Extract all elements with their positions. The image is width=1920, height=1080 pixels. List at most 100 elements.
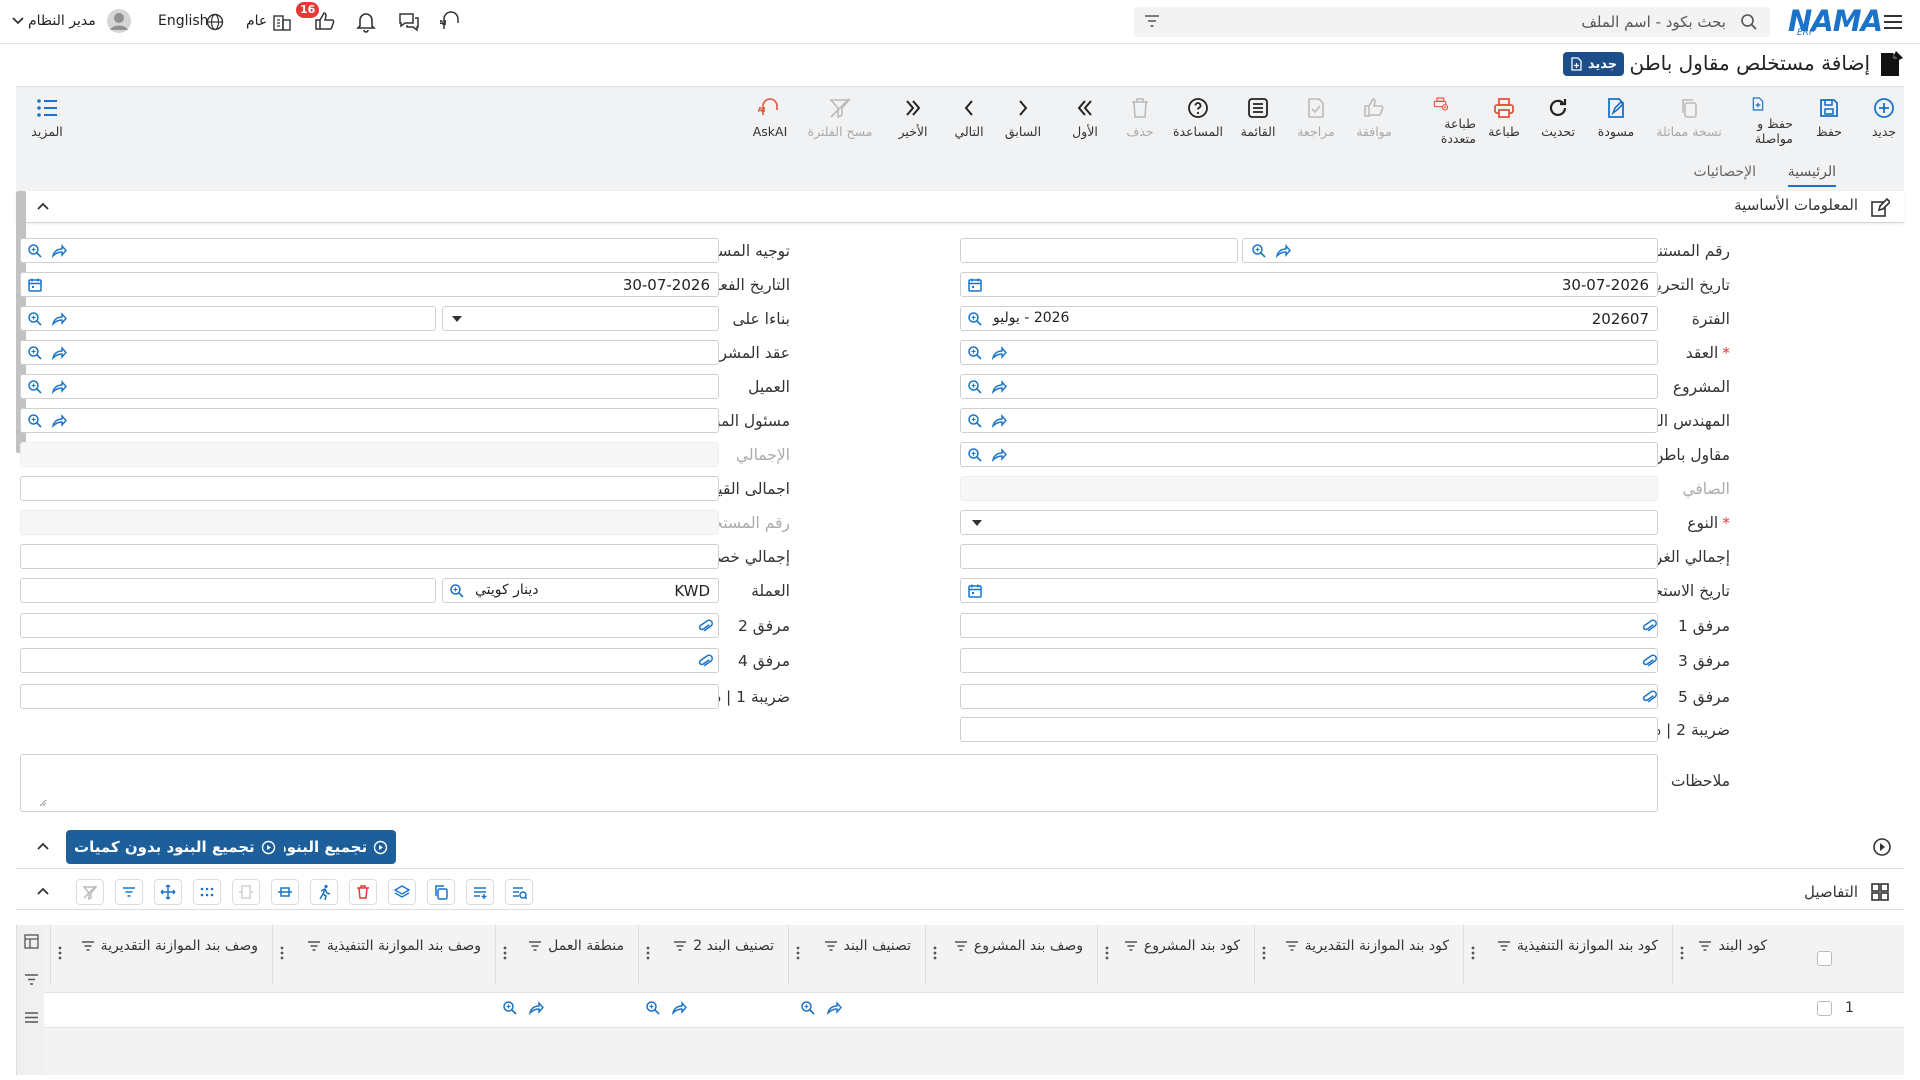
document-direction-field[interactable] bbox=[20, 238, 719, 263]
lookup-search-icon[interactable] bbox=[27, 345, 43, 361]
lookup-search-icon[interactable] bbox=[27, 379, 43, 395]
toolbar-button-list[interactable]: القائمة bbox=[1223, 96, 1293, 146]
material-discount-field[interactable] bbox=[20, 544, 719, 569]
lookup-search-icon[interactable] bbox=[967, 413, 983, 429]
based-on-select[interactable] bbox=[442, 306, 719, 331]
attachment-5-field[interactable] bbox=[960, 684, 1658, 709]
more-button[interactable]: المزيد bbox=[30, 96, 64, 146]
calendar-icon[interactable] bbox=[27, 277, 43, 293]
ai-assistant-icon[interactable]: AI bbox=[440, 11, 462, 33]
table-search-button[interactable] bbox=[505, 879, 533, 905]
notes-textarea[interactable] bbox=[20, 754, 1658, 812]
share-icon[interactable] bbox=[528, 1000, 544, 1016]
column-header[interactable]: وصف بند الموازنة التقديرية bbox=[81, 938, 258, 954]
lookup-search-icon[interactable] bbox=[967, 379, 983, 395]
column-header[interactable]: كود بند المشروع bbox=[1124, 938, 1240, 954]
group-items-no-qty-button[interactable]: تجميع البنود بدون كميات bbox=[66, 830, 284, 864]
currency-rate-field[interactable] bbox=[20, 578, 436, 603]
period-field[interactable]: 2026 - يوليو 202607 bbox=[960, 306, 1658, 331]
paperclip-icon[interactable] bbox=[1641, 652, 1657, 670]
scope-label[interactable]: عام bbox=[246, 13, 267, 29]
contract-field[interactable] bbox=[960, 340, 1658, 365]
run-button[interactable] bbox=[310, 879, 338, 905]
actual-date-field[interactable]: 30-07-2026 bbox=[20, 272, 719, 297]
document-number-field[interactable] bbox=[960, 238, 1238, 263]
chat-icon[interactable] bbox=[398, 11, 420, 33]
group-items-button[interactable]: تجميع البنود bbox=[271, 830, 397, 864]
fit-columns-button[interactable] bbox=[232, 879, 260, 905]
column-menu-icon[interactable] bbox=[503, 946, 507, 960]
toolbar-button-multi-print[interactable]: طباعة متعددة bbox=[1406, 96, 1476, 146]
open-link-icon[interactable] bbox=[991, 345, 1007, 361]
user-name[interactable]: مدير النظام bbox=[28, 13, 96, 29]
column-menu-icon[interactable] bbox=[58, 946, 62, 960]
basic-info-section-header[interactable] bbox=[16, 191, 1904, 223]
attachment-4-field[interactable] bbox=[20, 648, 719, 673]
open-link-icon[interactable] bbox=[51, 379, 67, 395]
tab-main[interactable]: الرئيسية bbox=[1787, 164, 1836, 187]
total-due-field[interactable] bbox=[20, 476, 719, 501]
column-header[interactable]: تصنيف البند bbox=[824, 938, 911, 954]
lookup-search-icon[interactable] bbox=[27, 413, 43, 429]
row-checkbox[interactable] bbox=[1817, 1001, 1832, 1016]
open-link-icon[interactable] bbox=[51, 243, 67, 259]
currency-field[interactable]: دينار كويتي KWD bbox=[442, 578, 719, 603]
attachment-2-field[interactable] bbox=[20, 613, 719, 638]
column-header[interactable]: كود البند bbox=[1698, 938, 1767, 954]
hamburger-menu-icon[interactable] bbox=[1882, 11, 1904, 33]
column-header[interactable]: كود بند الموازنة التقديرية bbox=[1285, 938, 1449, 954]
search-icon[interactable] bbox=[502, 1000, 518, 1016]
lookup-search-icon[interactable] bbox=[27, 311, 43, 327]
columns-panel-icon[interactable] bbox=[24, 934, 39, 949]
avatar[interactable] bbox=[106, 8, 132, 34]
column-filter-icon[interactable] bbox=[307, 940, 321, 952]
column-menu-icon[interactable] bbox=[1680, 946, 1684, 960]
search-icon[interactable] bbox=[645, 1000, 661, 1016]
resize-handle-icon[interactable] bbox=[39, 799, 47, 807]
global-search-input[interactable]: بحث بكود - اسم الملف bbox=[1134, 7, 1770, 37]
column-filter-icon[interactable] bbox=[824, 940, 838, 952]
paperclip-icon[interactable] bbox=[1641, 617, 1657, 635]
copy-rows-button[interactable] bbox=[427, 879, 455, 905]
column-header[interactable]: تصنيف البند 2 bbox=[673, 938, 774, 954]
paperclip-icon[interactable] bbox=[1641, 688, 1657, 706]
delete-row-button[interactable] bbox=[349, 879, 377, 905]
open-link-icon[interactable] bbox=[991, 413, 1007, 429]
column-header[interactable]: وصف بند المشروع bbox=[954, 938, 1083, 954]
clear-filter-button[interactable] bbox=[76, 879, 104, 905]
attachment-3-field[interactable] bbox=[960, 648, 1658, 673]
issue-date-field[interactable]: 30-07-2026 bbox=[960, 272, 1658, 297]
due-date-field[interactable] bbox=[960, 578, 1658, 603]
toolbar-button-first[interactable]: الأول bbox=[1050, 96, 1120, 146]
attachment-1-field[interactable] bbox=[960, 613, 1658, 638]
column-filter-icon[interactable] bbox=[1497, 940, 1511, 952]
column-menu-icon[interactable] bbox=[1471, 946, 1475, 960]
lookup-search-icon[interactable] bbox=[449, 583, 465, 599]
globe-icon[interactable] bbox=[206, 13, 224, 31]
toolbar-button-save[interactable]: حفظ bbox=[1794, 96, 1864, 146]
column-filter-icon[interactable] bbox=[954, 940, 968, 952]
open-link-icon[interactable] bbox=[991, 379, 1007, 395]
lookup-search-icon[interactable] bbox=[967, 311, 983, 327]
tax-2-field[interactable] bbox=[960, 717, 1658, 742]
filter-icon[interactable] bbox=[1144, 14, 1160, 28]
filter-rows-button[interactable] bbox=[115, 879, 143, 905]
document-number-lookup[interactable] bbox=[1242, 238, 1658, 263]
open-link-icon[interactable] bbox=[51, 311, 67, 327]
lookup-search-icon[interactable] bbox=[27, 243, 43, 259]
customer-field[interactable] bbox=[20, 374, 719, 399]
column-header[interactable]: وصف بند الموازنة التنفيذية bbox=[307, 938, 481, 954]
search-icon[interactable] bbox=[800, 1000, 816, 1016]
toolbar-button-print[interactable]: طباعة bbox=[1469, 96, 1539, 146]
user-chevron-down-icon[interactable] bbox=[12, 16, 24, 26]
language-switch[interactable]: English bbox=[158, 13, 209, 29]
move-button[interactable] bbox=[154, 879, 182, 905]
collapse-details-icon[interactable] bbox=[36, 886, 50, 896]
toolbar-button-copy[interactable]: نسخة مماثلة bbox=[1654, 96, 1724, 146]
share-icon[interactable] bbox=[1275, 243, 1291, 259]
column-filter-icon[interactable] bbox=[673, 940, 687, 952]
dropdown-arrow-icon[interactable] bbox=[971, 519, 983, 527]
toolbar-button-last[interactable]: الأخير bbox=[878, 96, 948, 146]
subcontractor-field[interactable] bbox=[960, 442, 1658, 467]
dots-grid-button[interactable] bbox=[193, 879, 221, 905]
